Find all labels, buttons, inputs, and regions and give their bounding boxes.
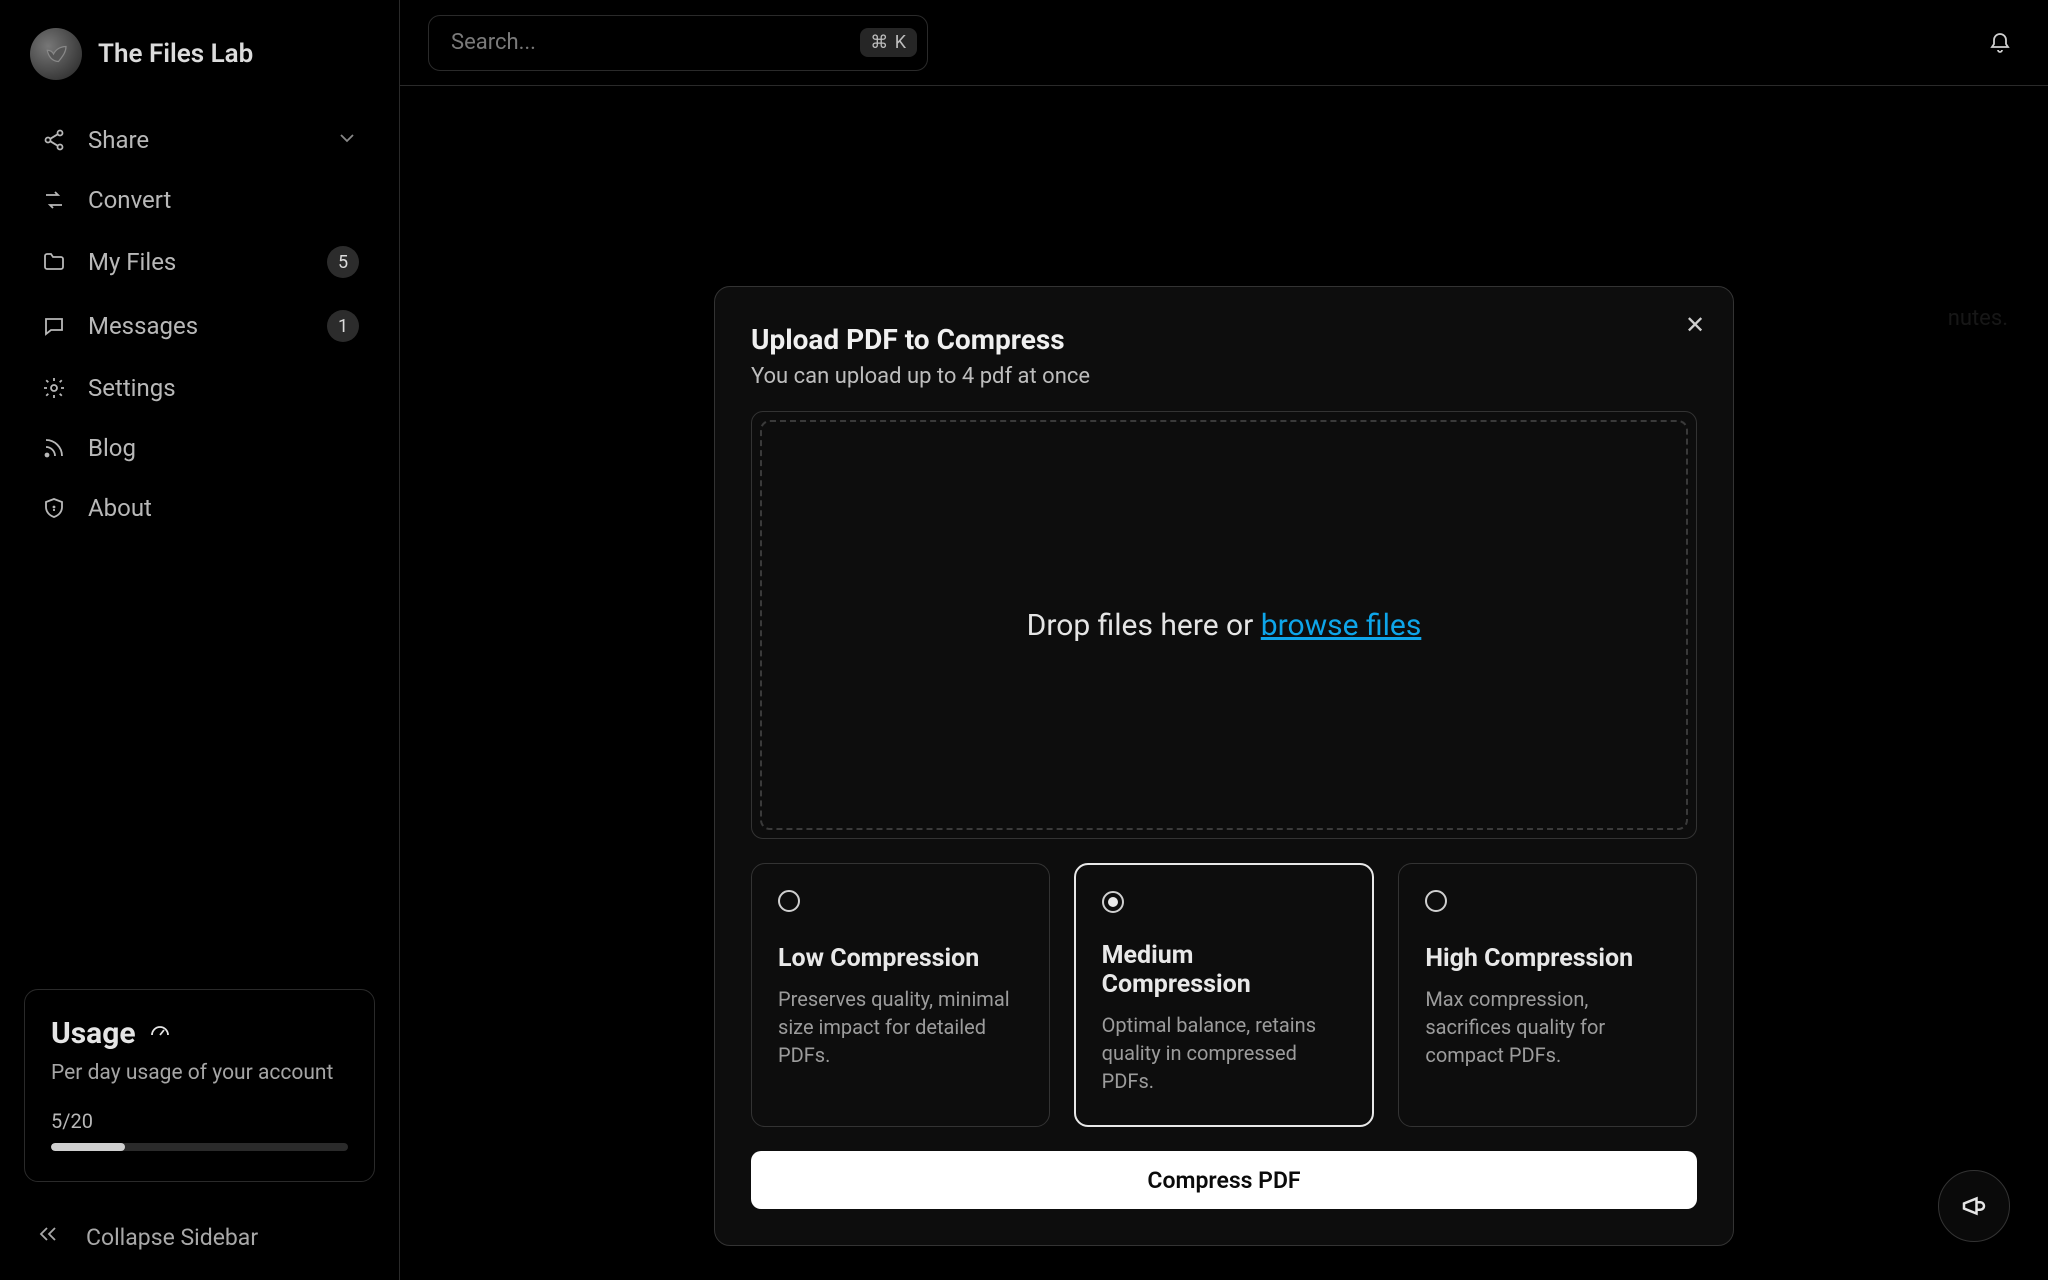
usage-progress — [51, 1143, 348, 1151]
message-icon — [40, 312, 68, 340]
sidebar-item-messages[interactable]: Messages 1 — [30, 298, 369, 354]
sidebar-item-convert[interactable]: Convert — [30, 174, 369, 226]
brand-name: The Files Lab — [98, 39, 253, 69]
compression-options: Low Compression Preserves quality, minim… — [751, 863, 1697, 1127]
search-box[interactable]: ⌘ K — [428, 15, 928, 71]
convert-icon — [40, 186, 68, 214]
file-dropzone[interactable]: Drop files here or browse files — [760, 420, 1688, 830]
sidebar-item-about[interactable]: About — [30, 482, 369, 534]
sidebar-item-blog[interactable]: Blog — [30, 422, 369, 474]
browse-files-link[interactable]: browse files — [1261, 608, 1422, 643]
modal-subtitle: You can upload up to 4 pdf at once — [751, 364, 1697, 389]
dropzone-container: Drop files here or browse files — [751, 411, 1697, 839]
sidebar: The Files Lab Share Convert — [0, 0, 400, 1280]
option-desc: Preserves quality, minimal size impact f… — [778, 985, 1023, 1069]
sidebar-item-label: Convert — [88, 186, 359, 214]
close-button[interactable]: ✕ — [1679, 309, 1711, 341]
sidebar-nav: Share Convert My Files 5 — [0, 104, 399, 971]
radio-icon — [778, 890, 800, 912]
option-high-compression[interactable]: High Compression Max compression, sacrif… — [1398, 863, 1697, 1127]
gauge-icon — [148, 1016, 172, 1051]
brand-logo — [30, 28, 82, 80]
sidebar-item-my-files[interactable]: My Files 5 — [30, 234, 369, 290]
main-area: ⌘ K nutes. ✕ Upload PDF to Compress You … — [400, 0, 2048, 1280]
usage-title-text: Usage — [51, 1016, 136, 1051]
sidebar-item-label: Share — [88, 126, 315, 154]
files-count-badge: 5 — [327, 246, 359, 278]
collapse-sidebar-button[interactable]: Collapse Sidebar — [0, 1200, 399, 1262]
share-icon — [40, 126, 68, 154]
search-shortcut: ⌘ K — [860, 28, 917, 57]
folder-icon — [40, 248, 68, 276]
usage-title: Usage — [51, 1016, 348, 1051]
drop-prefix: Drop files here or — [1027, 608, 1261, 643]
compress-pdf-button[interactable]: Compress PDF — [751, 1151, 1697, 1209]
close-icon: ✕ — [1685, 311, 1705, 339]
topbar: ⌘ K — [400, 0, 2048, 86]
brand: The Files Lab — [0, 18, 399, 104]
option-title: Low Compression — [778, 944, 1023, 973]
notifications-icon[interactable] — [1980, 23, 2020, 63]
option-low-compression[interactable]: Low Compression Preserves quality, minim… — [751, 863, 1050, 1127]
topbar-right — [1980, 23, 2020, 63]
usage-subtitle: Per day usage of your account — [51, 1061, 348, 1085]
modal-title: Upload PDF to Compress — [751, 323, 1697, 356]
radio-icon — [1102, 891, 1124, 913]
usage-progress-fill — [51, 1143, 125, 1151]
dropzone-text: Drop files here or browse files — [1027, 608, 1422, 643]
usage-count: 5/20 — [51, 1109, 348, 1133]
compress-modal: ✕ Upload PDF to Compress You can upload … — [714, 286, 1734, 1246]
feather-icon — [41, 39, 71, 69]
help-fab[interactable] — [1938, 1170, 2010, 1242]
radio-icon — [1425, 890, 1447, 912]
sidebar-item-label: Settings — [88, 374, 359, 402]
shield-icon — [40, 494, 68, 522]
collapse-label: Collapse Sidebar — [86, 1224, 258, 1251]
content-area: nutes. ✕ Upload PDF to Compress You can … — [400, 86, 2048, 1280]
rss-icon — [40, 434, 68, 462]
sidebar-item-label: About — [88, 494, 359, 522]
messages-count-badge: 1 — [327, 310, 359, 342]
option-medium-compression[interactable]: Medium Compression Optimal balance, reta… — [1074, 863, 1375, 1127]
megaphone-icon — [1959, 1191, 1989, 1221]
search-input[interactable] — [451, 30, 860, 55]
sidebar-item-share[interactable]: Share — [30, 114, 369, 166]
sidebar-item-label: My Files — [88, 248, 307, 276]
app-root: The Files Lab Share Convert — [0, 0, 2048, 1280]
modal-overlay: ✕ Upload PDF to Compress You can upload … — [400, 86, 2048, 1280]
sidebar-item-label: Messages — [88, 312, 307, 340]
gear-icon — [40, 374, 68, 402]
sidebar-item-settings[interactable]: Settings — [30, 362, 369, 414]
collapse-icon — [36, 1222, 60, 1252]
option-title: Medium Compression — [1102, 941, 1347, 999]
usage-panel: Usage Per day usage of your account 5/20 — [24, 989, 375, 1182]
sidebar-item-label: Blog — [88, 434, 359, 462]
option-desc: Optimal balance, retains quality in comp… — [1102, 1011, 1347, 1095]
chevron-down-icon — [335, 126, 359, 154]
option-title: High Compression — [1425, 944, 1670, 973]
option-desc: Max compression, sacrifices quality for … — [1425, 985, 1670, 1069]
